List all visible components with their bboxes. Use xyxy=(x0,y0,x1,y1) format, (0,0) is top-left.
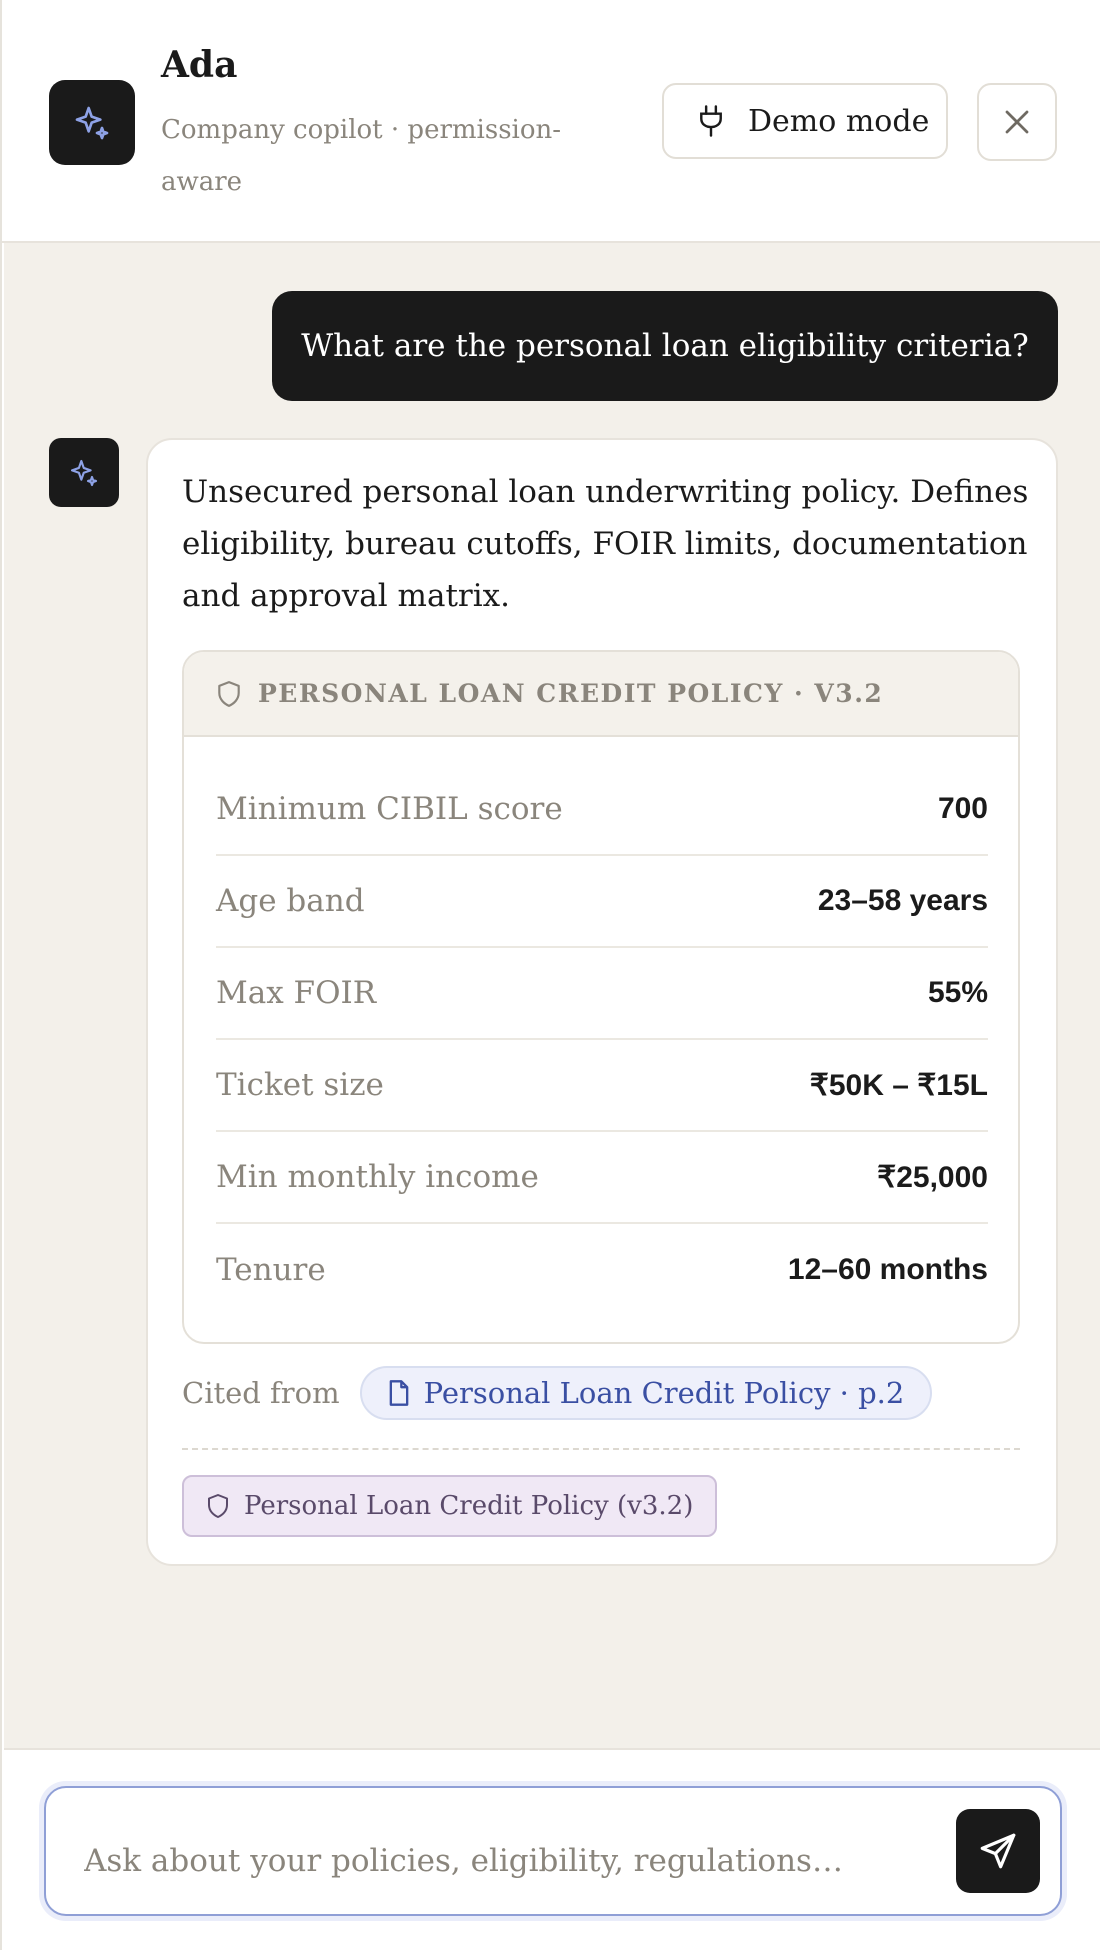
close-button[interactable] xyxy=(977,83,1057,161)
row-value: 23–58 years xyxy=(817,884,988,917)
table-row: Minimum CIBIL score 700 xyxy=(216,764,988,856)
message-input[interactable] xyxy=(82,1832,966,1890)
sparkle-icon xyxy=(70,459,98,486)
table-row: Tenure 12–60 months xyxy=(216,1224,988,1316)
shield-icon xyxy=(218,680,240,707)
citation-row: Cited from Personal Loan Credit Policy ·… xyxy=(182,1366,933,1420)
row-label: Age band xyxy=(216,883,365,919)
demo-mode-button[interactable]: Demo mode xyxy=(662,83,948,159)
row-value: 700 xyxy=(937,792,988,825)
policy-source-label: Personal Loan Credit Policy (v3.2) xyxy=(244,1491,694,1521)
sparkle-icon xyxy=(75,106,109,139)
ada-logo xyxy=(49,80,135,165)
citation-chip[interactable]: Personal Loan Credit Policy · p.2 xyxy=(359,1366,933,1420)
cited-from-label: Cited from xyxy=(182,1376,340,1410)
citation-label: Personal Loan Credit Policy · p.2 xyxy=(423,1376,905,1410)
policy-summary-card: PERSONAL LOAN CREDIT POLICY · V3.2 Minim… xyxy=(182,650,1020,1344)
policy-card-header: PERSONAL LOAN CREDIT POLICY · V3.2 xyxy=(184,652,1018,737)
app-subtitle: Company copilot · permission-aware xyxy=(161,115,562,197)
table-row: Age band 23–58 years xyxy=(216,856,988,948)
policy-card-title: PERSONAL LOAN CREDIT POLICY · V3.2 xyxy=(258,679,884,708)
send-button[interactable] xyxy=(956,1809,1040,1893)
user-message: What are the personal loan eligibility c… xyxy=(272,291,1058,401)
table-row: Ticket size ₹50K – ₹15L xyxy=(216,1040,988,1132)
policy-source-chip[interactable]: Personal Loan Credit Policy (v3.2) xyxy=(182,1475,718,1537)
demo-mode-label: Demo mode xyxy=(748,103,930,139)
close-icon xyxy=(1005,110,1029,134)
row-value: ₹50K – ₹15L xyxy=(809,1068,988,1102)
document-icon xyxy=(389,1380,408,1406)
plug-icon xyxy=(700,105,722,137)
row-value: 55% xyxy=(927,976,988,1009)
header: Ada Company copilot · permission-aware D… xyxy=(2,0,1100,243)
row-value: ₹25,000 xyxy=(877,1160,988,1194)
divider xyxy=(182,1448,1020,1450)
app-title: Ada xyxy=(161,44,238,86)
row-label: Max FOIR xyxy=(216,975,377,1011)
bot-avatar xyxy=(49,438,119,507)
policy-rows: Minimum CIBIL score 700 Age band 23–58 y… xyxy=(216,764,988,1316)
row-label: Min monthly income xyxy=(216,1159,539,1195)
message-input-box[interactable] xyxy=(44,1786,1062,1916)
table-row: Min monthly income ₹25,000 xyxy=(216,1132,988,1224)
bot-message-text: Unsecured personal loan underwriting pol… xyxy=(182,474,1029,614)
copilot-panel: Ada Company copilot · permission-aware D… xyxy=(0,0,1100,1950)
row-label: Ticket size xyxy=(216,1067,384,1103)
table-row: Max FOIR 55% xyxy=(216,948,988,1040)
row-value: 12–60 months xyxy=(787,1253,988,1286)
row-label: Tenure xyxy=(216,1252,326,1288)
send-icon xyxy=(980,1833,1016,1869)
row-label: Minimum CIBIL score xyxy=(216,791,563,827)
shield-icon xyxy=(208,1494,228,1518)
